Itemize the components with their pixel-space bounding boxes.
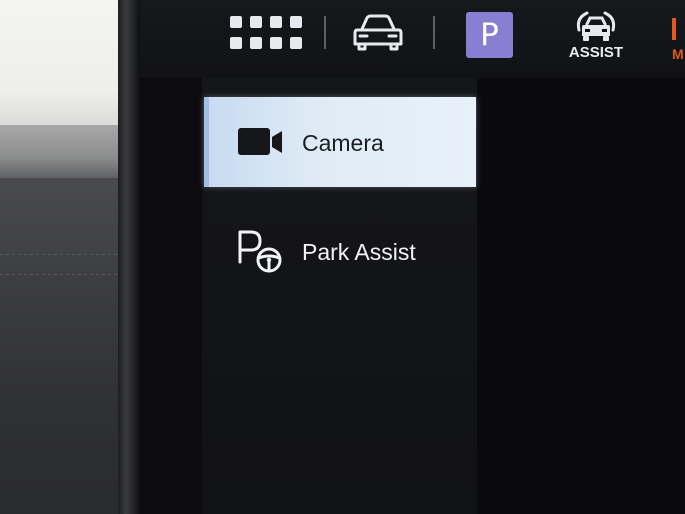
screen-bezel <box>118 0 140 514</box>
next-control-indicator <box>672 18 676 40</box>
background-dashboard-trim <box>0 125 130 180</box>
apps-grid-icon[interactable] <box>230 16 302 50</box>
topbar-divider <box>433 16 435 49</box>
assist-label: ASSIST <box>568 44 624 61</box>
menu-item-camera[interactable]: Camera <box>204 97 476 187</box>
infotainment-screen: P ASSIST M Camera Park Assist <box>140 0 685 514</box>
menu-item-label: Park Assist <box>302 239 416 265</box>
camera-icon <box>238 128 282 155</box>
top-bar: P ASSIST M <box>140 0 685 78</box>
topbar-divider <box>324 16 326 49</box>
menu-item-label: Camera <box>302 130 384 156</box>
menu-item-park-assist[interactable]: Park Assist <box>204 206 476 296</box>
selected-indicator <box>204 97 209 187</box>
content-pane <box>477 78 685 514</box>
next-topbar-control[interactable]: M <box>672 18 685 68</box>
assist-button[interactable]: ASSIST <box>566 10 626 68</box>
background-wall <box>0 0 130 130</box>
assist-car-sensor-icon <box>576 11 616 41</box>
dashboard-stitching <box>0 274 118 275</box>
dashboard-stitching <box>0 254 118 255</box>
car-front-icon[interactable] <box>353 14 403 52</box>
park-assist-steering-icon <box>238 230 282 273</box>
park-button[interactable]: P <box>466 12 513 58</box>
next-control-label-fragment: M <box>672 46 684 62</box>
background-dashboard <box>0 178 130 514</box>
